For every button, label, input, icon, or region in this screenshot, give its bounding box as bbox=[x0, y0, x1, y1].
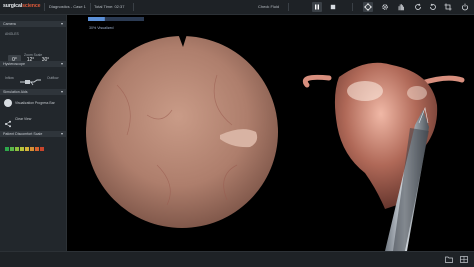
top-toolbar: surgicalscience Diagnostics - Case 1 Tot… bbox=[0, 0, 474, 15]
discomfort-level-3 bbox=[15, 147, 19, 151]
discomfort-level-5 bbox=[25, 147, 29, 151]
progress-label: 30% Visualized bbox=[89, 26, 114, 30]
visualization-icon[interactable] bbox=[4, 99, 12, 107]
chevron-down-icon: ▾ bbox=[60, 61, 63, 66]
bottom-bar bbox=[0, 251, 474, 267]
check-fluid-button[interactable]: Check Fluid bbox=[258, 4, 279, 9]
rotate-icon[interactable] bbox=[413, 2, 423, 12]
hysteroscope-section-header[interactable]: Hysteroscope ▾ bbox=[0, 61, 66, 67]
zoom-scale-label: Zoom Scale bbox=[24, 53, 43, 57]
hand-icon[interactable] bbox=[396, 2, 406, 12]
toolbar-divider bbox=[44, 3, 45, 11]
crop-icon[interactable] bbox=[443, 2, 453, 12]
discomfort-level-2 bbox=[10, 147, 14, 151]
chevron-down-icon: ▾ bbox=[60, 131, 63, 136]
discomfort-level-6 bbox=[30, 147, 34, 151]
discomfort-section-header[interactable]: Patient Discomfort Scale ▾ bbox=[0, 131, 66, 137]
settings-cog-icon[interactable] bbox=[380, 2, 390, 12]
inflow-label: Inflow bbox=[5, 76, 14, 80]
discomfort-level-1 bbox=[5, 147, 9, 151]
uterus-3d-model[interactable] bbox=[302, 62, 465, 209]
folder-icon[interactable] bbox=[444, 255, 453, 263]
discomfort-level-7 bbox=[35, 147, 39, 151]
stop-icon[interactable] bbox=[328, 2, 338, 12]
discomfort-level-4 bbox=[20, 147, 24, 151]
pause-icon[interactable] bbox=[312, 2, 322, 12]
reset-icon[interactable] bbox=[428, 2, 438, 12]
endoscope-view[interactable] bbox=[86, 31, 278, 228]
left-sidebar: Camera ▾ ANGLES 0° 12° 30° Zoom Scale Hys… bbox=[0, 15, 67, 251]
clear-view-toggle[interactable]: Clear View bbox=[15, 117, 31, 121]
toolbar-divider bbox=[133, 3, 134, 11]
outflow-label: Outflow bbox=[47, 76, 59, 80]
crosshair-icon[interactable] bbox=[363, 2, 373, 12]
angles-label: ANGLES bbox=[5, 32, 19, 36]
grid-icon[interactable] bbox=[459, 255, 468, 263]
toolbar-divider bbox=[352, 3, 353, 11]
toolbar-divider bbox=[90, 3, 91, 11]
simulation-viewport[interactable]: 30% Visualized bbox=[67, 15, 474, 251]
power-icon[interactable] bbox=[460, 2, 470, 12]
discomfort-level-8 bbox=[40, 147, 44, 151]
chevron-down-icon: ▾ bbox=[60, 21, 63, 26]
toolbar-divider bbox=[288, 3, 289, 11]
chevron-down-icon: ▾ bbox=[60, 89, 63, 94]
visualization-progress-toggle[interactable]: Visualization Progress Bar bbox=[15, 101, 55, 105]
module-title: Diagnostics - Case 1 bbox=[49, 4, 86, 9]
simulation-aids-section-header[interactable]: Simulation Aids ▾ bbox=[0, 89, 66, 95]
total-time: Total Time: 02:37 bbox=[94, 4, 125, 9]
app-logo: surgicalscience bbox=[3, 3, 41, 9]
visualization-progress-bar bbox=[88, 17, 144, 21]
camera-section-header[interactable]: Camera ▾ bbox=[0, 21, 66, 27]
